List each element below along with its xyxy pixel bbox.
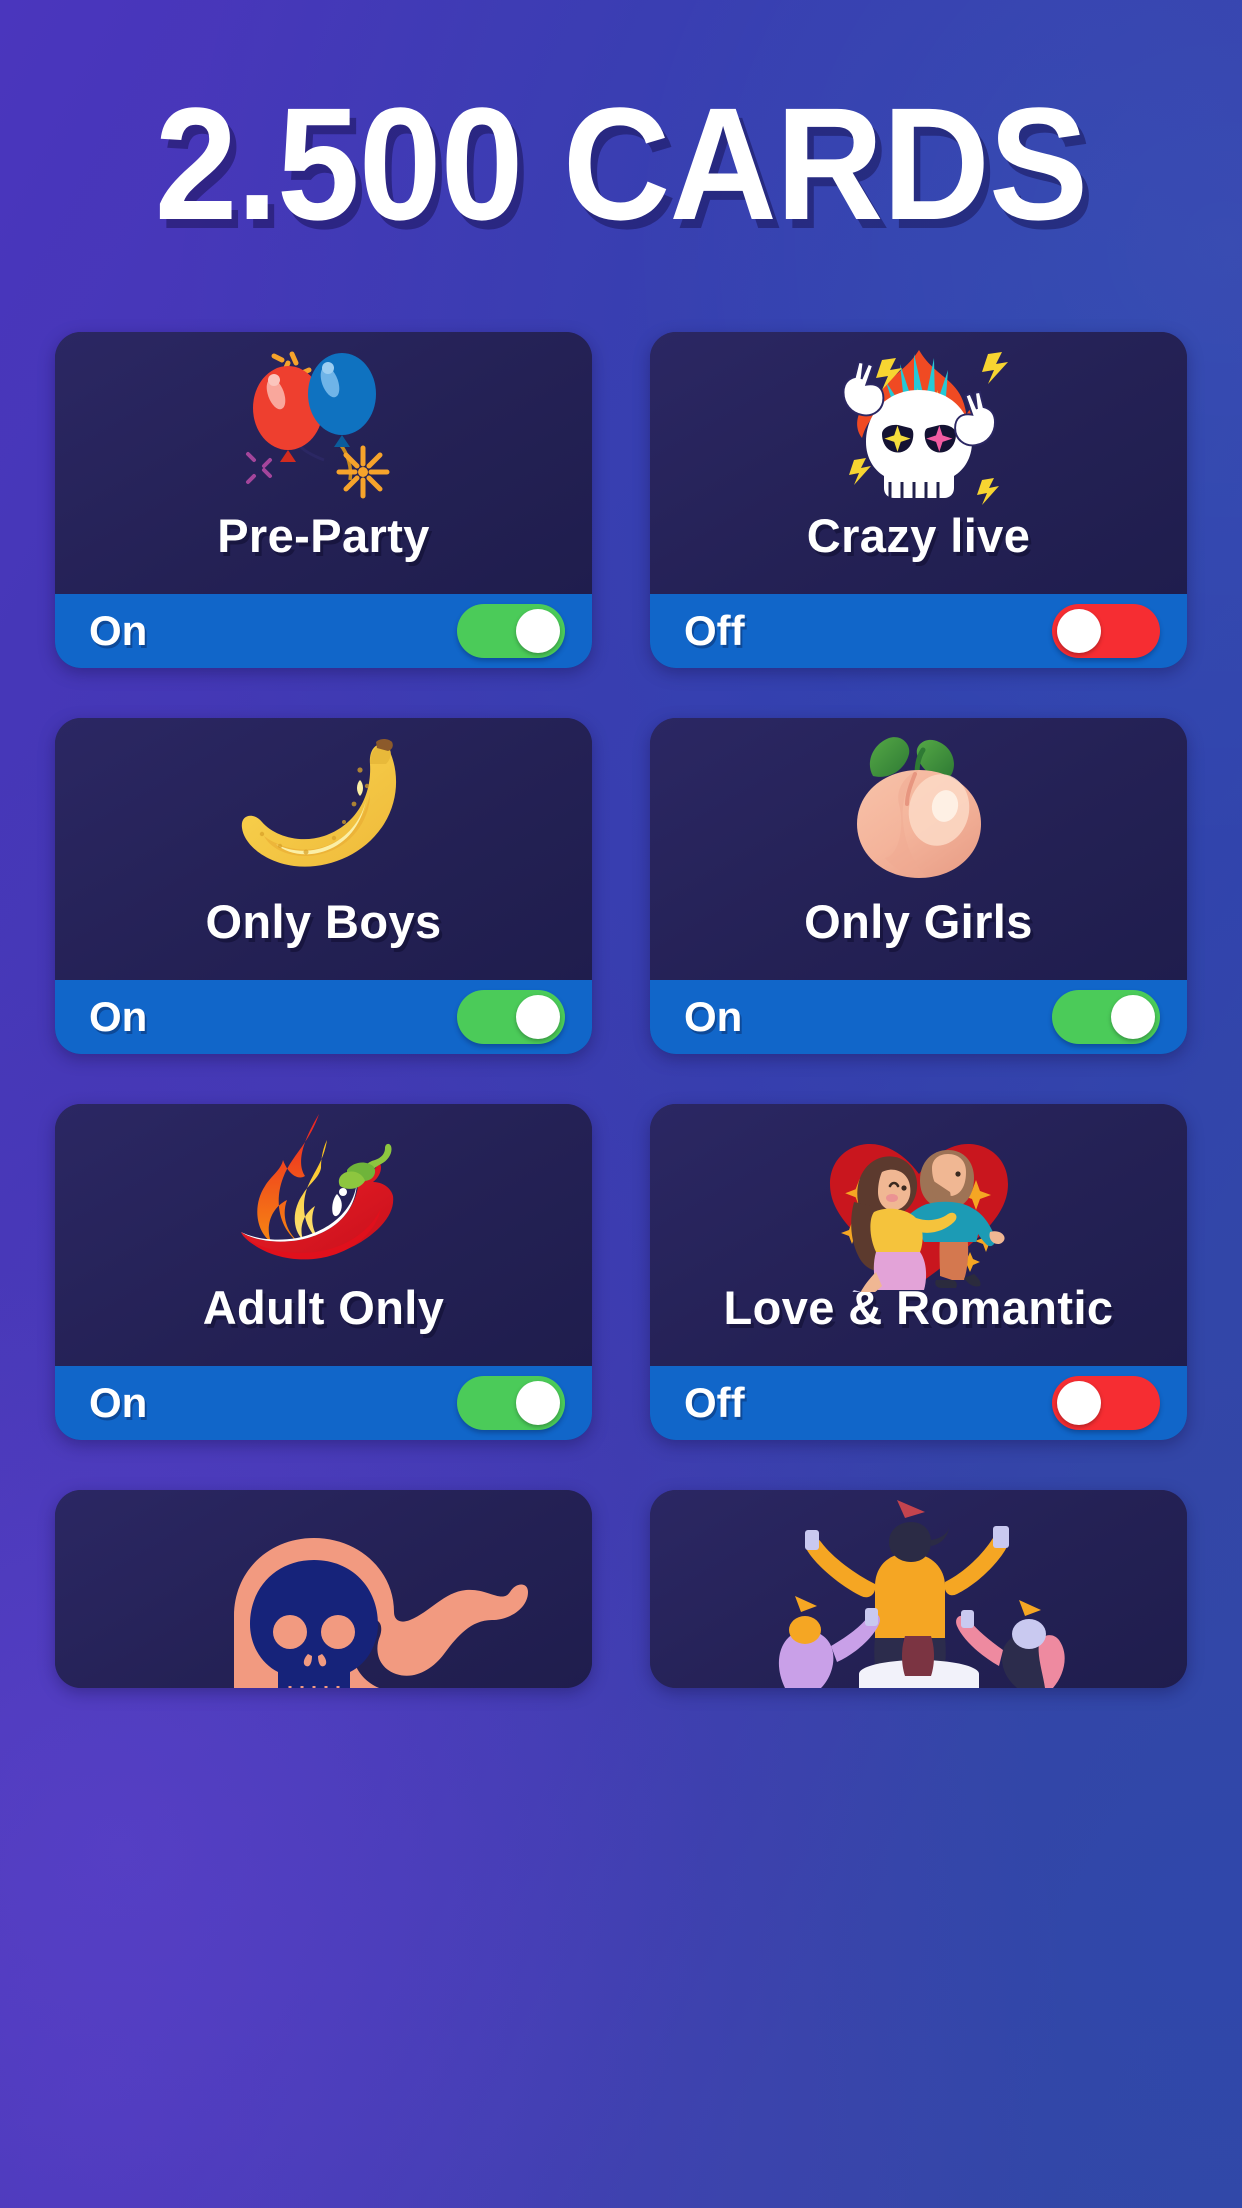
balloons-icon	[55, 332, 592, 510]
toggle-state-label: On	[89, 993, 148, 1040]
party-people-icon	[650, 1490, 1187, 1688]
card-title: Adult Only	[202, 1281, 445, 1334]
category-card-only-boys[interactable]: Only Boys On	[55, 718, 592, 1054]
toggle-switch[interactable]	[457, 990, 565, 1044]
toggle-state-label: Off	[684, 1379, 745, 1426]
card-body: Crazy live	[650, 332, 1187, 594]
card-body	[55, 1490, 592, 1688]
toggle-knob	[1057, 1381, 1101, 1425]
toggle-switch[interactable]	[457, 604, 565, 658]
card-toggle-row[interactable]: Off	[650, 594, 1187, 668]
card-body	[650, 1490, 1187, 1688]
card-title: Only Girls	[804, 895, 1033, 948]
toggle-switch[interactable]	[1052, 1376, 1160, 1430]
category-card-grid: Pre-Party On Crazy live Off Only Boys On…	[55, 332, 1187, 1688]
category-card-love-romantic[interactable]: Love & Romantic Off	[650, 1104, 1187, 1440]
skull-sperm-icon	[55, 1490, 592, 1688]
chili-pepper-flame-icon	[55, 1104, 592, 1282]
toggle-switch[interactable]	[1052, 604, 1160, 658]
category-card-partial-left[interactable]	[55, 1490, 592, 1688]
card-body: Pre-Party	[55, 332, 592, 594]
toggle-knob	[1111, 995, 1155, 1039]
punk-skull-icon	[650, 332, 1187, 510]
toggle-state-label: On	[89, 607, 148, 654]
toggle-state-label: Off	[684, 607, 745, 654]
card-toggle-row[interactable]: On	[55, 594, 592, 668]
category-card-partial-right[interactable]	[650, 1490, 1187, 1688]
toggle-switch[interactable]	[457, 1376, 565, 1430]
category-card-only-girls[interactable]: Only Girls On	[650, 718, 1187, 1054]
card-toggle-row[interactable]: On	[650, 980, 1187, 1054]
card-title: Pre-Party	[217, 509, 430, 562]
card-body: Adult Only	[55, 1104, 592, 1366]
toggle-knob	[1057, 609, 1101, 653]
card-toggle-row[interactable]: On	[55, 1366, 592, 1440]
toggle-state-label: On	[684, 993, 743, 1040]
app-screen: 2.500 CARDS Pre-Party On Crazy live Off …	[0, 0, 1242, 2208]
toggle-knob	[516, 1381, 560, 1425]
category-card-adult-only[interactable]: Adult Only On	[55, 1104, 592, 1440]
card-body: Only Girls	[650, 718, 1187, 980]
banana-icon	[55, 718, 592, 896]
category-card-crazy-live[interactable]: Crazy live Off	[650, 332, 1187, 668]
card-toggle-row[interactable]: Off	[650, 1366, 1187, 1440]
toggle-knob	[516, 609, 560, 653]
card-title: Only Boys	[205, 895, 442, 948]
card-body: Only Boys	[55, 718, 592, 980]
card-title: Crazy live	[806, 509, 1031, 562]
page-title: 2.500 CARDS	[154, 74, 1088, 253]
peach-icon	[650, 718, 1187, 896]
couple-heart-icon	[650, 1104, 1187, 1292]
card-toggle-row[interactable]: On	[55, 980, 592, 1054]
toggle-knob	[516, 995, 560, 1039]
card-body: Love & Romantic	[650, 1104, 1187, 1366]
toggle-state-label: On	[89, 1379, 148, 1426]
category-card-pre-party[interactable]: Pre-Party On	[55, 332, 592, 668]
toggle-switch[interactable]	[1052, 990, 1160, 1044]
